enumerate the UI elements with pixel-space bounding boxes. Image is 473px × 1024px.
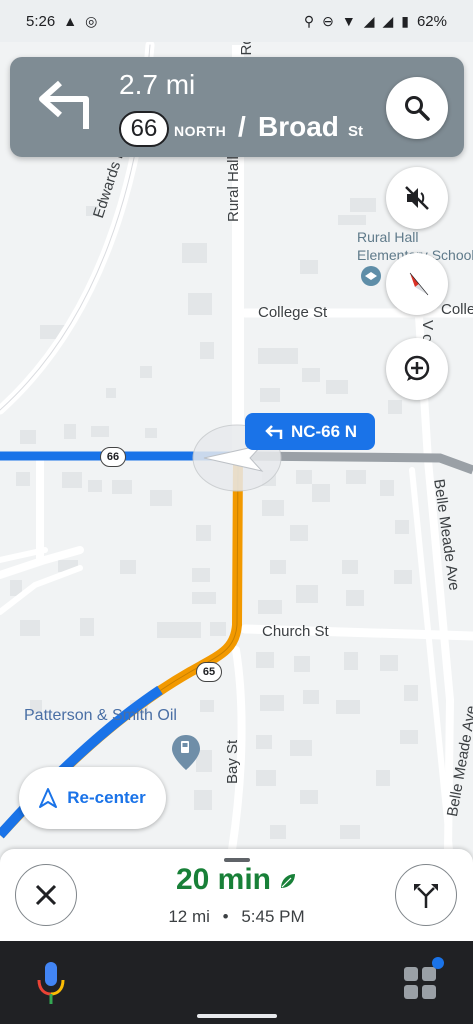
- signal-icon: ◢: [363, 12, 375, 29]
- street-label-college: College St: [258, 304, 328, 321]
- battery-icon: ▮: [401, 12, 409, 29]
- callout-label: NC-66 N: [290, 421, 358, 441]
- eta-duration-value: 20 min: [175, 863, 272, 896]
- turn-callout: NC-66 N: [245, 413, 375, 450]
- navigation-arrow-icon: ▲: [63, 13, 78, 29]
- navigation-arrow-icon: [39, 788, 58, 808]
- nav-street: Broad: [258, 111, 339, 142]
- compass-icon: [409, 272, 429, 296]
- compass-button[interactable]: [386, 253, 448, 315]
- wifi-icon: ▼: [341, 13, 356, 29]
- add-comment-icon: [404, 355, 430, 381]
- nav-street-suffix: St: [348, 123, 363, 140]
- home-gesture-pill[interactable]: [197, 1014, 277, 1018]
- eco-leaf-icon: [281, 874, 296, 889]
- nav-distance: 2.7 mi: [119, 69, 196, 100]
- street-label-rural-hall: Rural Hall: [225, 156, 242, 222]
- nav-direction: NORTH: [174, 123, 227, 139]
- mute-button[interactable]: [386, 167, 448, 229]
- route-shield-66: 66: [100, 447, 126, 467]
- turn-left-small-icon: [265, 424, 283, 439]
- apps-grid-icon[interactable]: [400, 957, 448, 1005]
- drag-handle[interactable]: [224, 858, 250, 862]
- arrival-time: 5:45 PM: [241, 907, 305, 926]
- status-time: 5:26: [26, 12, 56, 30]
- location-pin-icon: ⚲: [303, 12, 315, 29]
- do-not-disturb-icon: ⊖: [322, 12, 334, 29]
- route-shield-65: 65: [196, 662, 222, 682]
- route-badge: 66: [119, 111, 169, 147]
- recenter-button[interactable]: Re-center: [19, 767, 166, 829]
- search-button[interactable]: [386, 77, 448, 139]
- volume-off-icon: [405, 186, 429, 210]
- alternate-routes-button[interactable]: [395, 864, 457, 926]
- battery-percent: 62%: [416, 12, 447, 30]
- add-report-button[interactable]: [386, 338, 448, 400]
- street-label-bay: Bay St: [224, 739, 241, 784]
- trip-separator: •: [222, 907, 229, 926]
- street-label-church: Church St: [262, 623, 329, 640]
- nav-separator: /: [238, 111, 246, 142]
- status-bar: 5:26 ▲ ◎ ⚲ ⊖ ▼ ◢ ◢ ▮ 62%: [0, 0, 473, 42]
- poi-label-gas[interactable]: Patterson & Smith Oil: [24, 707, 177, 725]
- trip-distance: 12 mi: [168, 907, 210, 926]
- steering-wheel-icon: ◎: [85, 12, 98, 29]
- fork-arrows-icon: [414, 884, 438, 908]
- microphone-icon[interactable]: [34, 960, 68, 1006]
- trip-summary-panel[interactable]: 20 min 12 mi • 5:45 PM: [0, 849, 473, 941]
- search-icon: [405, 96, 430, 121]
- turn-left-icon: [39, 80, 89, 129]
- recenter-label: Re-center: [67, 788, 146, 807]
- signal-2-icon: ◢: [382, 12, 394, 29]
- street-label-college-right: Colle: [441, 301, 473, 318]
- school-marker-icon[interactable]: [361, 266, 381, 286]
